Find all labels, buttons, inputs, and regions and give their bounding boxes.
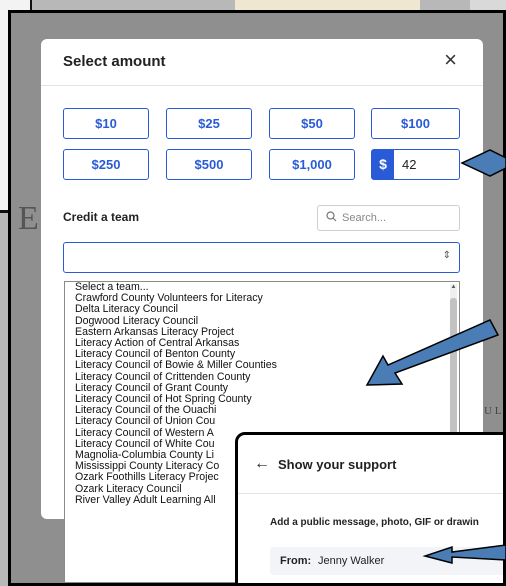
arrow-to-from-name <box>422 544 506 564</box>
annotation-arrows <box>365 149 506 564</box>
arrow-to-custom-amount <box>460 149 506 177</box>
arrow-to-team-list <box>365 319 500 386</box>
